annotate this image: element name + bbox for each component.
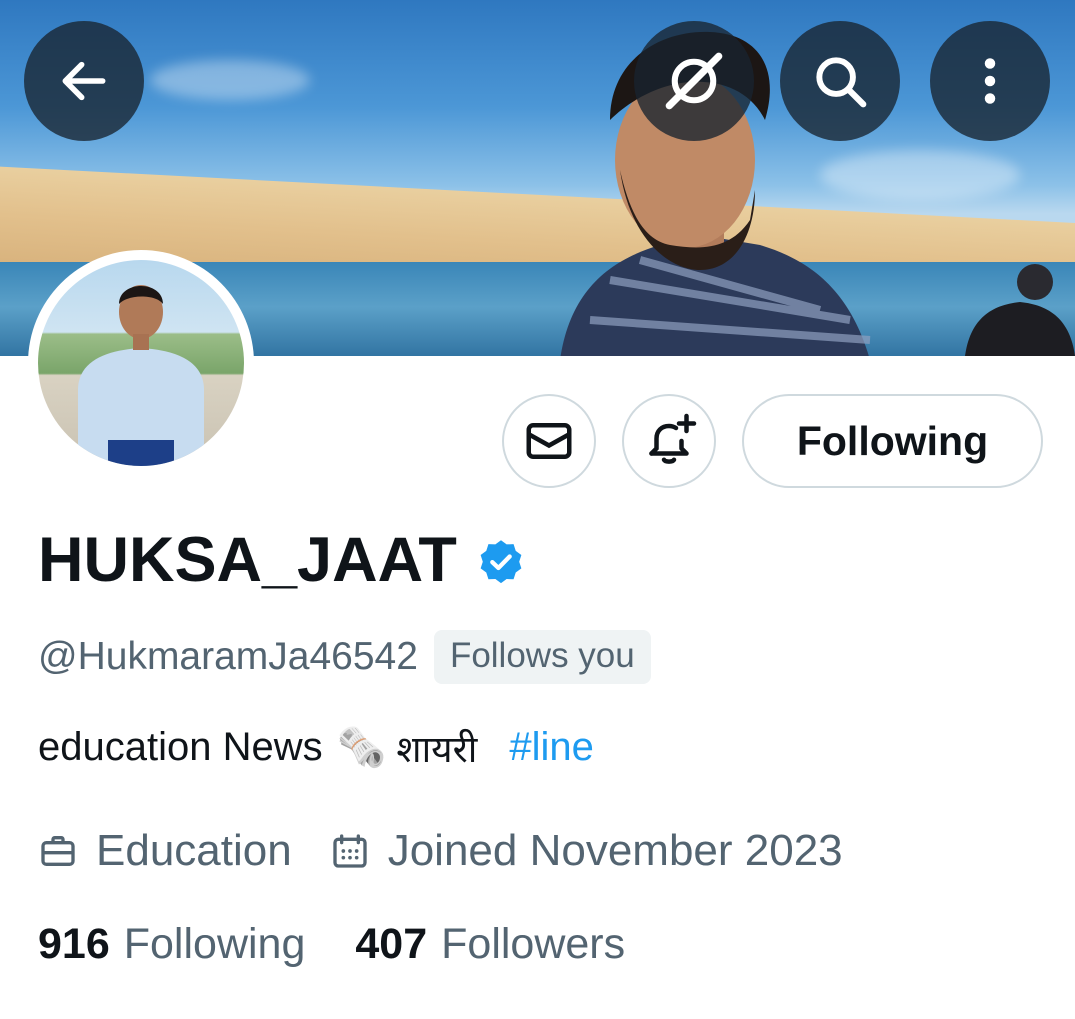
search-icon [816,57,867,108]
following-stat[interactable]: 916 Following [38,920,305,969]
back-button[interactable] [24,21,144,141]
arrow-left-icon [62,61,106,101]
notifications-button[interactable] [622,394,716,488]
following-count: 916 [38,920,110,968]
avatar-photo [38,260,244,466]
display-name: HUKSA_JAAT [38,525,457,595]
more-vertical-icon [984,58,996,104]
calendar-icon [333,834,367,868]
profile-category[interactable]: Education [96,826,292,876]
joined-date: Joined November 2023 [387,826,843,875]
bell-plus-icon [649,413,697,464]
banner-bystander [965,264,1075,356]
profile-meta: Education Joined November 2023 [38,826,843,876]
profile-avatar[interactable] [28,250,254,476]
verified-badge-icon[interactable] [475,537,527,589]
more-options-button[interactable] [930,21,1050,141]
handle-row: @HukmaramJa46542 Follows you [38,630,651,684]
follows-you-badge: Follows you [433,630,651,684]
newspaper-emoji: 🗞️ [336,726,387,770]
following-button[interactable]: Following [742,394,1043,488]
grok-icon [665,52,723,110]
briefcase-icon [41,836,75,866]
following-label: Following [123,920,306,968]
bio-hashtag-link[interactable]: #line [509,725,594,770]
profile-bio: education News 🗞️ शायरी #line [38,722,594,773]
message-button[interactable] [502,394,596,488]
followers-count: 407 [355,920,428,968]
search-button[interactable] [780,21,900,141]
followers-label: Followers [441,920,626,968]
banner-cloud [150,60,310,100]
followers-stat[interactable]: 407 Followers [355,920,625,969]
bio-text: education News [38,725,323,769]
bio-hindi-text: शायरी [396,728,478,771]
mail-icon [526,423,572,459]
user-handle: @HukmaramJa46542 [38,635,418,678]
follow-stats: 916 Following 407 Followers [38,920,625,969]
grok-button[interactable] [634,21,754,141]
profile-name-row: HUKSA_JAAT [38,524,527,596]
